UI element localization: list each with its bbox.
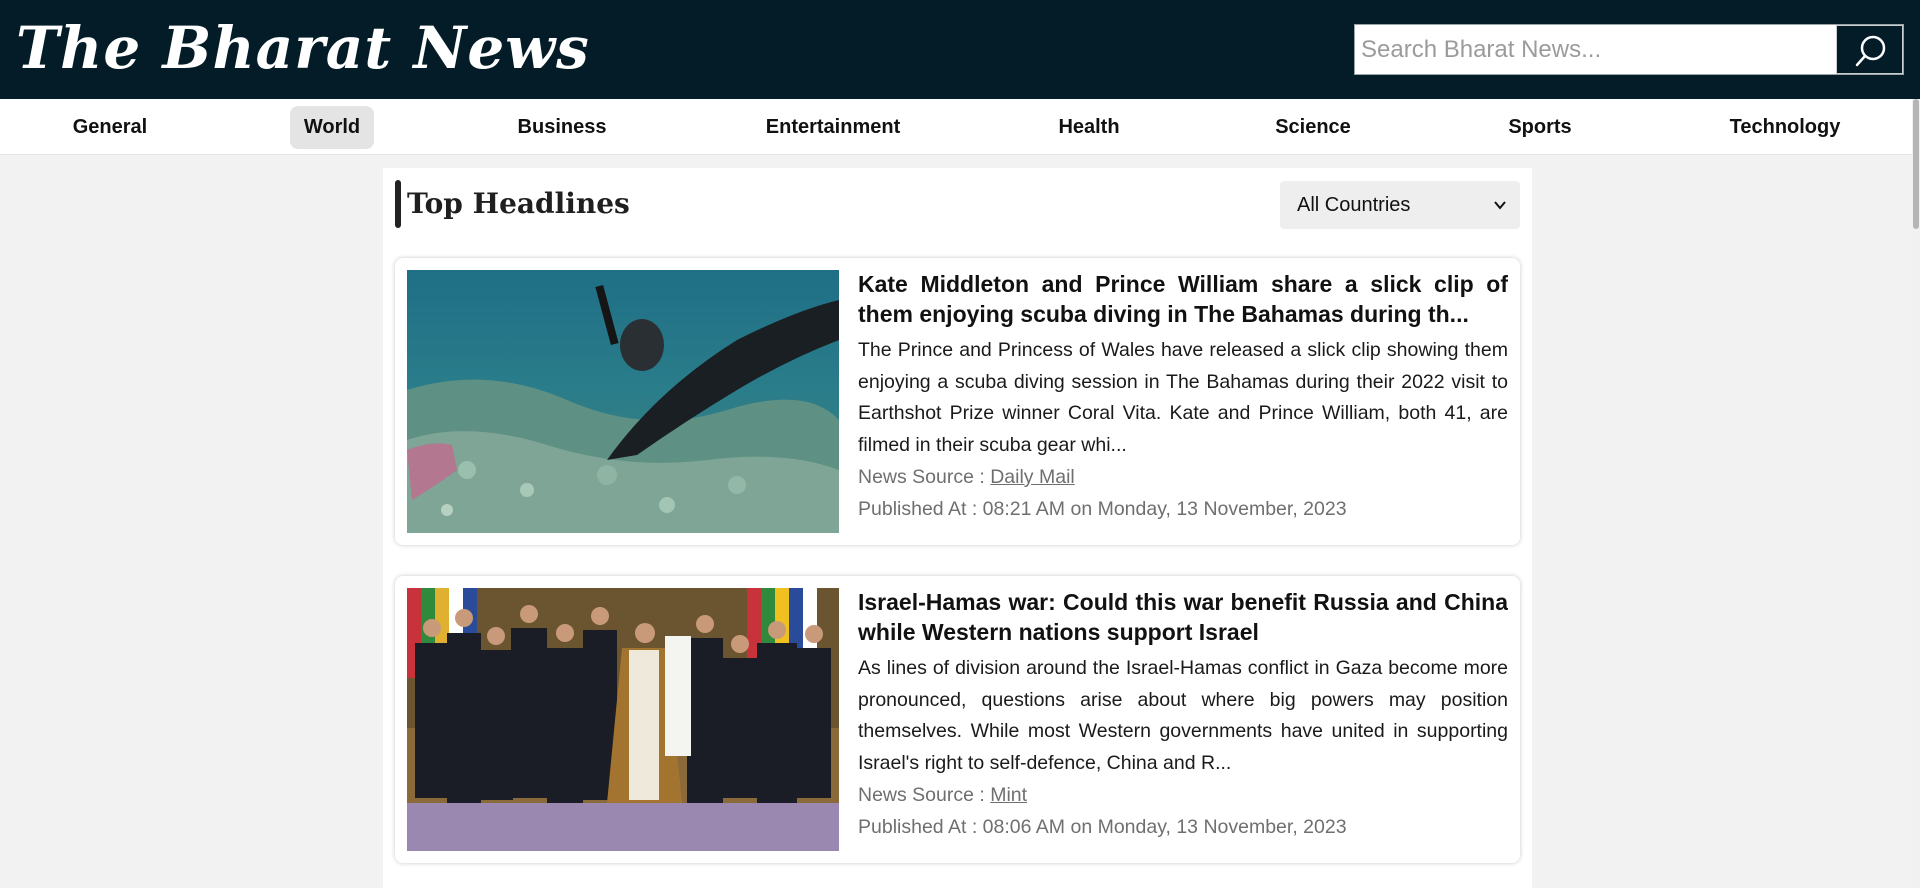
article-source-label: News Source :	[858, 466, 991, 488]
nav-item-world[interactable]: World	[290, 106, 374, 149]
article-published-date: Published At : 08:21 AM on Monday, 13 No…	[858, 498, 1347, 520]
scrollbar-thumb[interactable]	[1913, 99, 1919, 229]
country-select[interactable]: All Countries	[1280, 181, 1520, 229]
article-description: The Prince and Princess of Wales have re…	[858, 339, 1508, 456]
search-button[interactable]	[1836, 25, 1903, 74]
article-image[interactable]	[407, 270, 839, 533]
nav-item-general[interactable]: General	[60, 106, 160, 149]
article-description: As lines of division around the Israel-H…	[858, 657, 1508, 774]
search-input[interactable]	[1355, 25, 1836, 74]
nav-item-technology[interactable]: Technology	[1718, 106, 1852, 149]
site-logo[interactable]: The Bharat News	[16, 8, 590, 88]
search-box	[1354, 24, 1904, 75]
section-title: Top Headlines	[407, 187, 630, 220]
site-header: The Bharat News	[0, 0, 1920, 99]
page-scrollbar[interactable]	[1912, 99, 1920, 888]
article-source: News Source : Mint	[858, 782, 1027, 808]
article-source-label: News Source :	[858, 784, 991, 806]
article-title[interactable]: Israel-Hamas war: Could this war benefit…	[858, 587, 1508, 647]
chevron-down-icon	[1494, 201, 1506, 210]
category-nav: General World Business Entertainment Hea…	[0, 99, 1912, 155]
nav-item-health[interactable]: Health	[1045, 106, 1133, 149]
article-source-link[interactable]: Mint	[990, 784, 1027, 806]
nav-item-science[interactable]: Science	[1262, 106, 1364, 149]
article-card[interactable]: Israel-Hamas war: Could this war benefit…	[395, 576, 1520, 863]
nav-item-business[interactable]: Business	[505, 106, 619, 149]
section-accent-bar	[395, 180, 401, 228]
article-published-date: Published At : 08:06 AM on Monday, 13 No…	[858, 816, 1347, 838]
article-card[interactable]: Kate Middleton and Prince William share …	[395, 258, 1520, 545]
nav-item-sports[interactable]: Sports	[1495, 106, 1585, 149]
article-source-link[interactable]: Daily Mail	[990, 466, 1075, 488]
headlines-panel: Top Headlines All Countries Kate Middlet…	[383, 168, 1532, 888]
search-icon	[1855, 35, 1886, 67]
country-select-value: All Countries	[1297, 194, 1411, 216]
article-source: News Source : Daily Mail	[858, 464, 1075, 490]
article-title[interactable]: Kate Middleton and Prince William share …	[858, 269, 1508, 329]
nav-item-entertainment[interactable]: Entertainment	[750, 106, 916, 149]
article-image[interactable]	[407, 588, 839, 851]
